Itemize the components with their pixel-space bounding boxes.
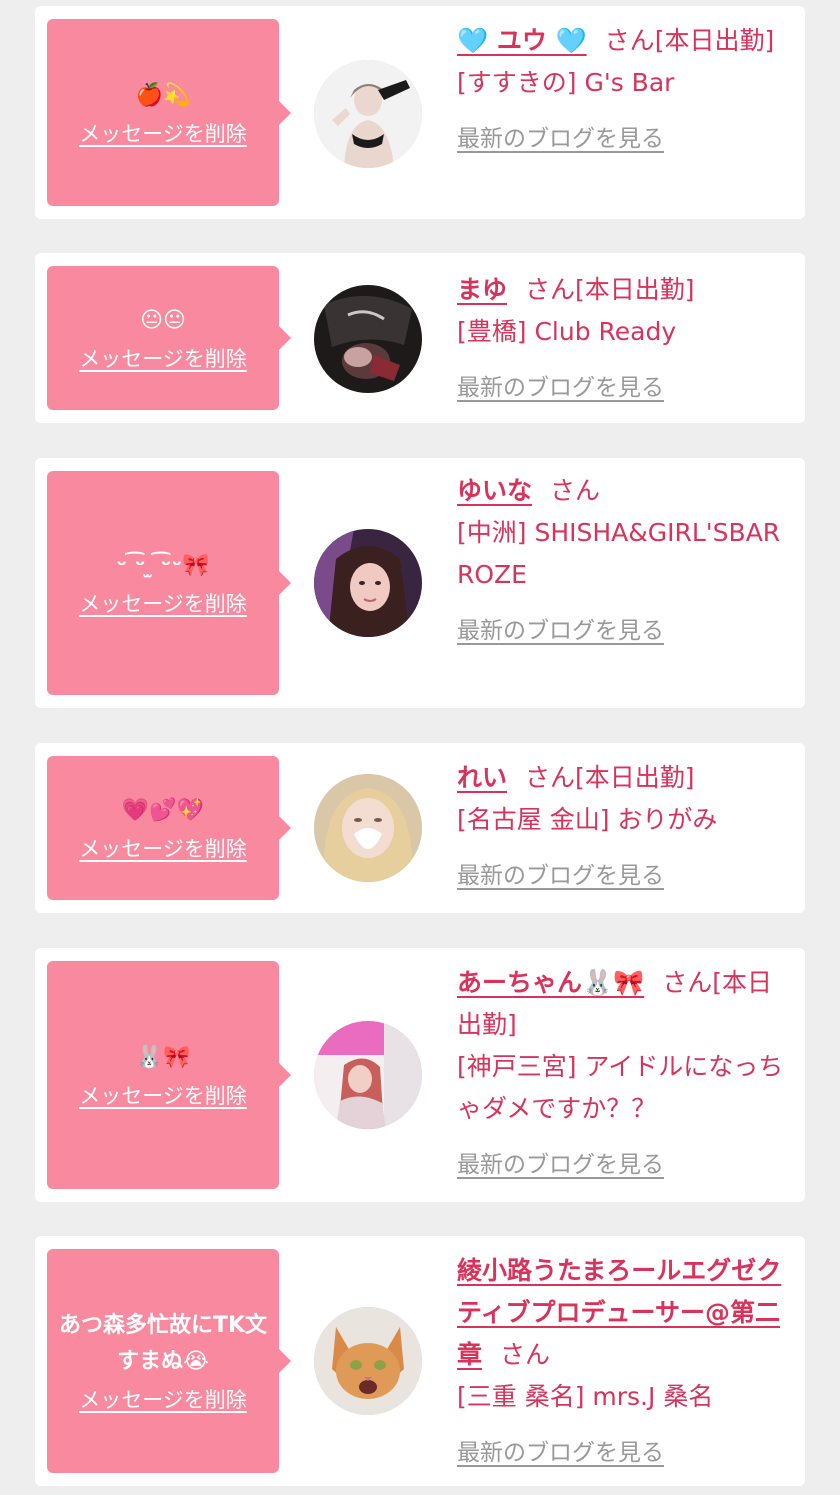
- honorific: さん: [662, 968, 713, 997]
- latest-blog-link[interactable]: 最新のブログを見る: [457, 367, 664, 409]
- girl-name-link[interactable]: ゆいな: [457, 476, 532, 505]
- status-label: [本日出勤]: [575, 275, 695, 304]
- entry-info: あーちゃん🐰🎀 さん[本日出勤] [神戸三宮] アイドルになっちゃダメですか？？ …: [457, 962, 795, 1186]
- shop-label: [中洲] SHISHA&GIRL'SBAR ROZE: [457, 518, 781, 589]
- girl-name-link[interactable]: あーちゃん🐰🎀: [457, 968, 644, 997]
- delete-message-link[interactable]: メッセージを削除: [79, 588, 247, 618]
- honorific: さん: [525, 763, 576, 792]
- girl-name-link[interactable]: 🩵 ユウ 🩵: [457, 26, 587, 55]
- message-text: 😐😐: [140, 308, 186, 333]
- honorific: さん: [604, 26, 655, 55]
- honorific: さん: [500, 1340, 551, 1369]
- message-card: ᵕ ͡ᵕ ̫ ͡ᵕᵕ🎀 メッセージを削除 ゆいな さん [中洲] SHISHA&G…: [35, 458, 805, 708]
- avatar-photo: [314, 1021, 422, 1129]
- message-bubble: 🐰🎀 メッセージを削除: [47, 961, 291, 1189]
- message-text: あつ森多忙故にTK文すまぬ😭: [58, 1313, 268, 1374]
- status-label: [本日出勤]: [654, 26, 775, 55]
- latest-blog-link[interactable]: 最新のブログを見る: [457, 118, 664, 160]
- message-text: ᵕ ͡ᵕ ̫ ͡ᵕᵕ🎀: [116, 553, 210, 578]
- message-text: 🍎💫: [135, 82, 191, 108]
- entry-info: 🩵 ユウ 🩵 さん[本日出勤] [すすきの] G's Bar 最新のブログを見る: [457, 20, 795, 160]
- avatar-photo: [314, 529, 422, 637]
- delete-message-link[interactable]: メッセージを削除: [79, 1080, 247, 1110]
- message-card: あつ森多忙故にTK文すまぬ😭 メッセージを削除 綾小路うたまろールエグゼクティブ…: [35, 1236, 805, 1486]
- message-bubble: ᵕ ͡ᵕ ̫ ͡ᵕᵕ🎀 メッセージを削除: [47, 471, 291, 695]
- honorific: さん: [525, 275, 576, 304]
- shop-label: [神戸三宮] アイドルになっちゃダメですか？？: [457, 1052, 784, 1123]
- avatar[interactable]: [314, 285, 422, 393]
- avatar[interactable]: [314, 1307, 422, 1415]
- honorific: さん: [550, 476, 601, 505]
- delete-message-link[interactable]: メッセージを削除: [79, 833, 247, 863]
- latest-blog-link[interactable]: 最新のブログを見る: [457, 610, 664, 652]
- latest-blog-link[interactable]: 最新のブログを見る: [457, 1144, 664, 1186]
- delete-message-link[interactable]: メッセージを削除: [79, 118, 247, 148]
- message-bubble: 🍎💫 メッセージを削除: [47, 19, 291, 206]
- delete-message-link[interactable]: メッセージを削除: [79, 1384, 247, 1414]
- shop-label: [すすきの] G's Bar: [457, 68, 675, 97]
- delete-message-link[interactable]: メッセージを削除: [79, 343, 247, 373]
- message-card: 😐😐 メッセージを削除 まゆ さん[本日出勤] [豊橋] Club Ready 最…: [35, 253, 805, 423]
- latest-blog-link[interactable]: 最新のブログを見る: [457, 855, 664, 897]
- latest-blog-link[interactable]: 最新のブログを見る: [457, 1432, 664, 1474]
- entry-info: ゆいな さん [中洲] SHISHA&GIRL'SBAR ROZE 最新のブログを…: [457, 470, 795, 652]
- avatar[interactable]: [314, 60, 422, 168]
- entry-info: 綾小路うたまろールエグゼクティブプロデューサー@第二章 さん [三重 桑名] mr…: [457, 1250, 795, 1474]
- entry-info: まゆ さん[本日出勤] [豊橋] Club Ready 最新のブログを見る: [457, 269, 795, 409]
- shop-label: [三重 桑名] mrs.J 桑名: [457, 1382, 714, 1411]
- status-label: [本日出勤]: [575, 763, 695, 792]
- message-bubble: 💗💕💖 メッセージを削除: [47, 756, 291, 900]
- entry-info: れい さん[本日出勤] [名古屋 金山] おりがみ 最新のブログを見る: [457, 757, 795, 897]
- girl-name-link[interactable]: まゆ: [457, 275, 507, 304]
- message-card: 🐰🎀 メッセージを削除 あーちゃん🐰🎀 さん[本日出勤] [神戸三宮] アイドルに…: [35, 948, 805, 1202]
- message-card: 🍎💫 メッセージを削除 🩵 ユウ 🩵 さん[本日出勤] [すすきの] G's Ba…: [35, 6, 805, 219]
- shop-label: [名古屋 金山] おりがみ: [457, 805, 718, 834]
- avatar-photo: [314, 60, 422, 168]
- message-bubble: あつ森多忙故にTK文すまぬ😭 メッセージを削除: [47, 1249, 291, 1473]
- avatar-photo: [314, 774, 422, 882]
- avatar-photo: [314, 1307, 422, 1415]
- message-text: 💗💕💖: [121, 798, 205, 823]
- shop-label: [豊橋] Club Ready: [457, 317, 677, 346]
- avatar[interactable]: [314, 529, 422, 637]
- message-text: 🐰🎀: [135, 1045, 191, 1070]
- avatar[interactable]: [314, 1021, 422, 1129]
- message-bubble: 😐😐 メッセージを削除: [47, 266, 291, 410]
- message-card: 💗💕💖 メッセージを削除 れい さん[本日出勤] [名古屋 金山] おりがみ 最新…: [35, 743, 805, 913]
- avatar[interactable]: [314, 774, 422, 882]
- girl-name-link[interactable]: れい: [457, 763, 507, 792]
- avatar-photo: [314, 285, 422, 393]
